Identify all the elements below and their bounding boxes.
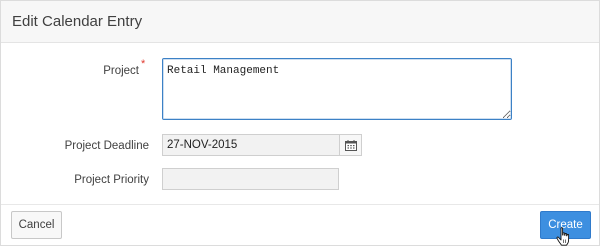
footer-divider <box>1 204 599 205</box>
calendar-icon <box>344 139 357 151</box>
project-deadline-label: Project Deadline <box>64 140 149 152</box>
calendar-picker-button[interactable] <box>339 134 362 156</box>
edit-calendar-entry-dialog: Edit Calendar Entry Project * Retail Man… <box>0 0 600 246</box>
project-label: Project <box>103 65 139 77</box>
project-priority-label: Project Priority <box>74 174 149 186</box>
project-deadline-input[interactable] <box>162 134 339 156</box>
dialog-header: Edit Calendar Entry <box>1 1 599 43</box>
required-marker: * <box>141 58 146 70</box>
cancel-button[interactable]: Cancel <box>11 211 62 239</box>
dialog-title: Edit Calendar Entry <box>12 13 143 30</box>
project-priority-input[interactable] <box>162 168 339 190</box>
hand-pointer-icon <box>556 227 570 246</box>
project-textarea[interactable]: Retail Management <box>162 58 512 120</box>
